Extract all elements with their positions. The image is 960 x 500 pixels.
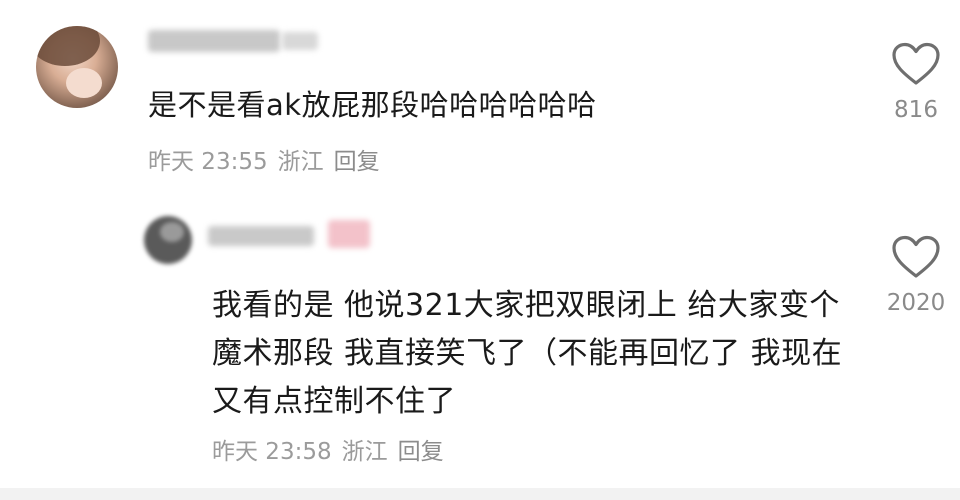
comment-text: 是不是看ak放屁那段哈哈哈哈哈哈 <box>148 88 597 122</box>
comment-meta: 昨天 23:55 浙江 回复 <box>148 148 390 176</box>
comment-reply-button[interactable]: 回复 <box>334 148 380 176</box>
comment-time: 昨天 23:55 <box>148 149 268 175</box>
replier-avatar[interactable] <box>144 216 192 264</box>
reply-like-button[interactable]: 2020 <box>876 235 956 317</box>
commenter-name-blurred-tail <box>282 32 318 50</box>
reply-reply-button[interactable]: 回复 <box>398 438 444 466</box>
heart-outline-icon[interactable] <box>891 42 941 86</box>
replier-name-blurred[interactable] <box>208 226 314 246</box>
reply-location: 浙江 <box>341 439 388 465</box>
reply-meta: 昨天 23:58 浙江 回复 <box>212 438 454 466</box>
heart-outline-icon[interactable] <box>891 235 941 279</box>
comment-like-count: 816 <box>894 97 938 123</box>
replier-name-blurred-tail <box>328 220 370 248</box>
reply-text: 我看的是 他说321大家把双眼闭上 给大家变个魔术那段 我直接笑飞了（不能再回忆… <box>212 288 843 419</box>
commenter-name-blurred[interactable] <box>148 30 280 52</box>
comment-location: 浙江 <box>277 149 324 175</box>
bottom-divider <box>0 488 960 500</box>
comment-like-button[interactable]: 816 <box>876 42 956 124</box>
commenter-avatar[interactable] <box>36 26 118 108</box>
comment-thread: 是不是看ak放屁那段哈哈哈哈哈哈 昨天 23:55 浙江 回复 816 我看的是 他… <box>0 0 960 500</box>
reply-time: 昨天 23:58 <box>212 439 332 465</box>
reply-like-count: 2020 <box>886 290 946 316</box>
